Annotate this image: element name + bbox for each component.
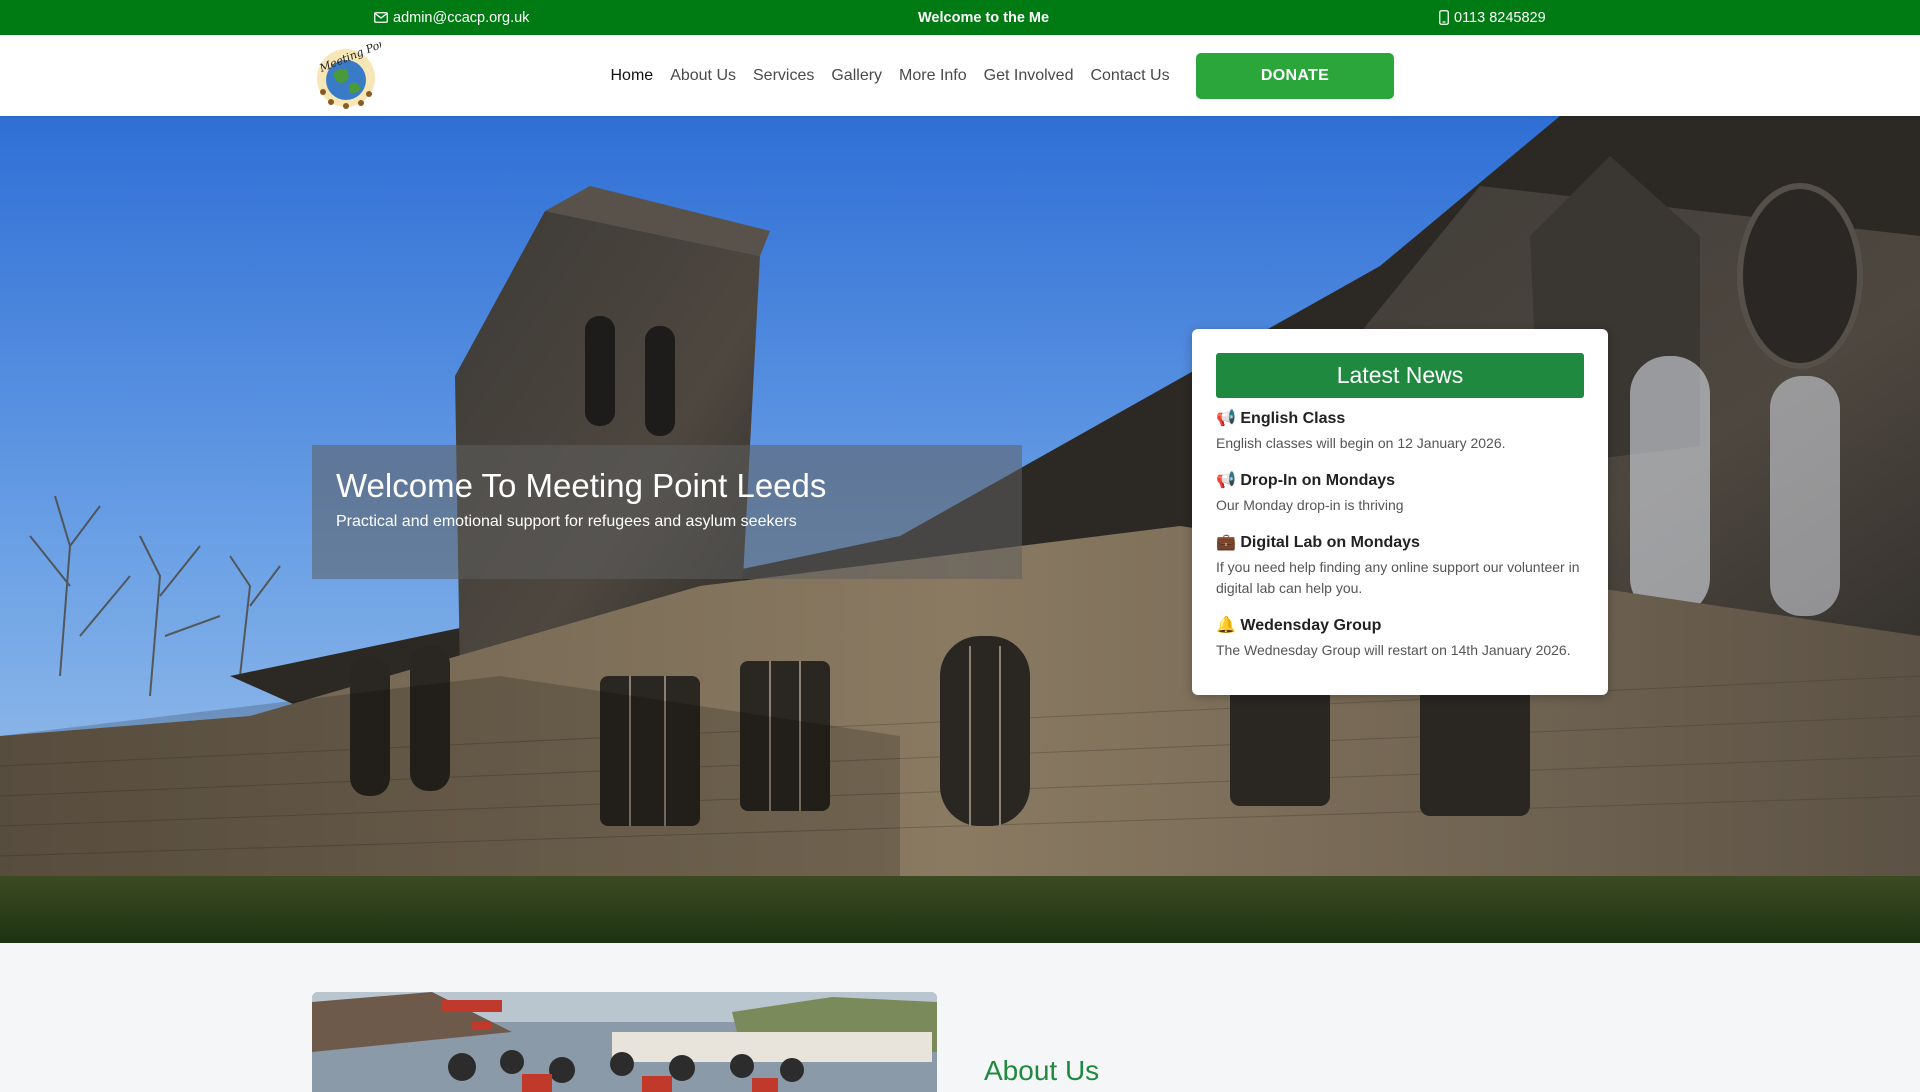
nav-contact-us[interactable]: Contact Us xyxy=(1082,67,1178,85)
news-item-text: If you need help finding any online supp… xyxy=(1216,559,1580,596)
nav-about-us[interactable]: About Us xyxy=(662,67,745,85)
welcome-caption: Welcome To Meeting Point Leeds Practical… xyxy=(312,445,1022,579)
nav-services[interactable]: Services xyxy=(745,67,823,85)
news-item: 📢 English Class English classes will beg… xyxy=(1216,408,1584,454)
megaphone-icon: 📢 xyxy=(1216,410,1236,427)
about-section: About Us xyxy=(0,943,1920,1092)
about-group-photo xyxy=(312,992,937,1092)
about-us-heading: About Us xyxy=(984,1055,1100,1086)
news-item-text: English classes will begin on 12 January… xyxy=(1216,435,1506,451)
news-item-title: English Class xyxy=(1240,410,1346,427)
news-item: 🔔 Wedensday Group The Wednesday Group wi… xyxy=(1216,615,1584,661)
nav-more-info[interactable]: More Info xyxy=(891,67,976,85)
top-bar: admin@ccacp.org.uk Welcome to the Me 011… xyxy=(0,0,1920,35)
hero-banner: Welcome To Meeting Point Leeds Practical… xyxy=(0,116,1920,943)
phone-text: 0113 8245829 xyxy=(1454,9,1546,26)
hero-title: Welcome To Meeting Point Leeds xyxy=(336,467,827,504)
news-item-text: The Wednesday Group will restart on 14th… xyxy=(1216,642,1571,658)
email-text: admin@ccacp.org.uk xyxy=(393,9,530,26)
bell-icon: 🔔 xyxy=(1216,617,1236,634)
news-item-text: Our Monday drop-in is thriving xyxy=(1216,497,1404,513)
megaphone-icon: 📢 xyxy=(1216,472,1236,489)
nav-home[interactable]: Home xyxy=(602,67,662,85)
nav-links: Home About Us Services Gallery More Info… xyxy=(602,35,1178,116)
welcome-marquee: Welcome to the Me xyxy=(918,9,1050,26)
envelope-icon xyxy=(374,12,388,23)
briefcase-icon: 💼 xyxy=(1216,534,1236,551)
nav-get-involved[interactable]: Get Involved xyxy=(975,67,1082,85)
meeting-point-logo[interactable]: Meeting Point xyxy=(311,33,396,110)
email-link[interactable]: admin@ccacp.org.uk xyxy=(374,0,529,35)
news-item: 📢 Drop-In on Mondays Our Monday drop-in … xyxy=(1216,470,1584,516)
main-navbar: Meeting Point Home About Us Services Gal… xyxy=(0,33,1920,116)
phone-icon xyxy=(1439,10,1449,25)
news-header: Latest News xyxy=(1216,353,1584,398)
latest-news-card: Latest News 📢 English Class English clas… xyxy=(1192,329,1608,695)
phone-link[interactable]: 0113 8245829 xyxy=(1439,0,1546,35)
news-item-title: Wedensday Group xyxy=(1240,617,1382,634)
news-item-title: Drop-In on Mondays xyxy=(1240,472,1396,489)
donate-button[interactable]: DONATE xyxy=(1196,53,1394,99)
news-item-title: Digital Lab on Mondays xyxy=(1240,534,1420,551)
news-item: 💼 Digital Lab on Mondays If you need hel… xyxy=(1216,532,1584,599)
hero-subtitle: Practical and emotional support for refu… xyxy=(336,513,797,530)
nav-gallery[interactable]: Gallery xyxy=(823,67,891,85)
